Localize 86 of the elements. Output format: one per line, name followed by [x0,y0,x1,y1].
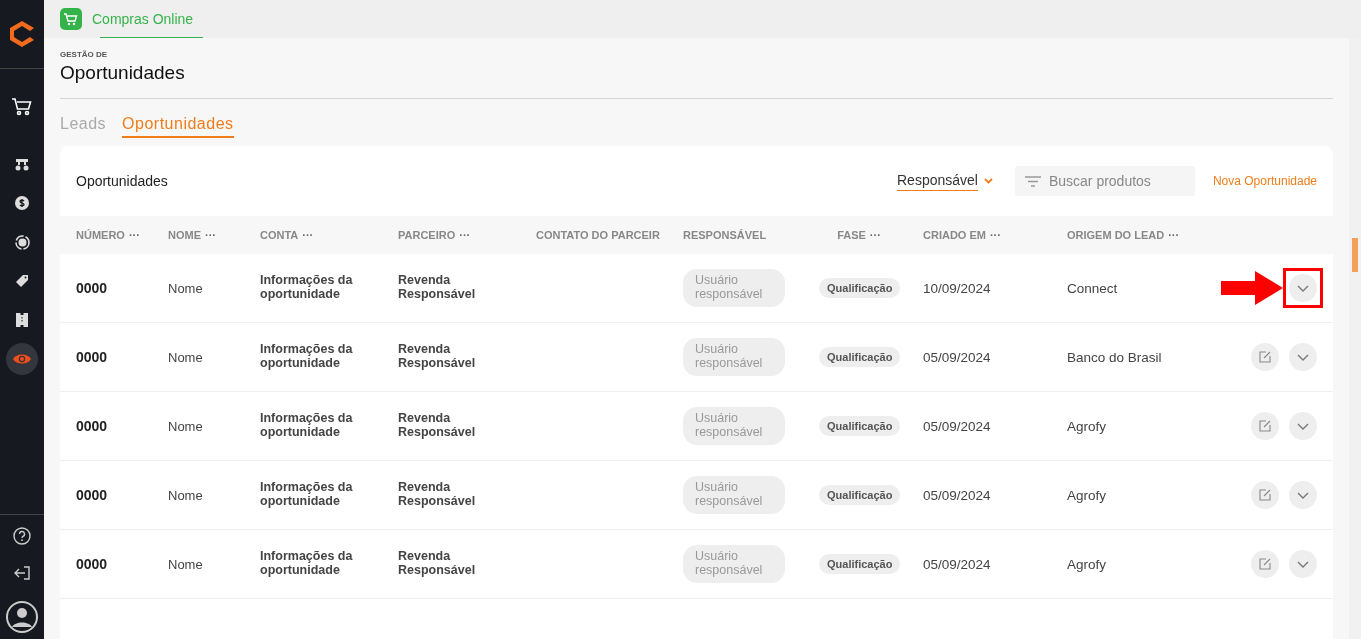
column-menu[interactable]: ··· [869,229,881,241]
table-cell: Nome [168,556,203,572]
user-chip: Usuário responsável [683,269,785,307]
ticket-icon [16,313,28,327]
chevron-down-icon [1297,353,1309,361]
table-cell-text: Revenda Responsável [398,412,477,440]
phase-tag: Qualificação [819,485,901,505]
column-header: CONTATO DO PARCEIR [536,229,660,241]
user-chip: Usuário responsável [683,407,785,445]
table-cell: 05/09/2024 [923,349,991,365]
coin-cycle-icon [14,234,30,250]
column-menu[interactable]: ··· [459,229,471,241]
page-title: Oportunidades [60,62,186,84]
column-menu[interactable]: ··· [989,229,1001,241]
chevron-down-icon [1297,491,1309,499]
page-overline: GESTÃO DE [60,50,109,59]
chevron-down-icon [1297,422,1309,430]
phase-tag: Qualificação [819,278,901,298]
table-cell-text: Informações da oportunidade [260,550,354,578]
chevron-down-icon [1297,560,1309,568]
column-header: ORIGEM DO LEAD [1067,229,1165,241]
edit-icon [1259,351,1271,363]
column-header: NÚMERO [76,229,125,241]
search-field[interactable]: Buscar produtos [1014,166,1195,196]
column-header: RESPONSÁVEL [683,229,767,241]
user-chip: Usuário responsável [683,338,785,376]
table-cell-text: Informações da oportunidade [260,412,354,440]
chevron-down-icon [1297,284,1309,292]
table-cell: 0000 [76,487,108,503]
table-cell: Agrofy [1067,556,1107,572]
table-cell: 05/09/2024 [923,556,991,572]
eye-icon [13,353,31,365]
new-opportunity-link[interactable]: Nova Oportunidade [1206,174,1317,188]
annotation-arrow-icon [1221,271,1283,305]
coin-icon [15,196,29,210]
cart-icon [11,97,33,117]
table-cell: 0000 [76,280,108,296]
table-cell: Agrofy [1067,418,1107,434]
card-title: Oportunidades [76,173,169,189]
table-cell: Nome [168,280,203,296]
table-cell: 10/09/2024 [923,280,991,296]
caret-icon [983,178,993,184]
table-cell: Nome [168,487,203,503]
table-cell: 05/09/2024 [923,418,991,434]
table-cell: Banco do Brasil [1067,349,1162,365]
logout-icon[interactable] [13,565,31,581]
expand-button[interactable] [1283,268,1323,308]
filter-icon [1024,176,1041,187]
table-cell-text: Revenda Responsável [398,550,477,578]
column-menu[interactable]: ··· [1168,229,1180,241]
column-header: PARCEIRO [398,229,456,241]
column-menu[interactable]: ··· [205,229,216,241]
help-icon[interactable] [13,527,31,545]
table-cell: Agrofy [1067,487,1107,503]
table-cell-text: Informações da oportunidade [260,274,354,302]
phase-tag: Qualificação [819,347,901,367]
user-chip: Usuário responsável [683,476,785,514]
tractor-icon [14,157,30,171]
table-cell: Nome [168,418,203,434]
table-cell-text: Informações da oportunidade [260,481,354,509]
filter-dropdown[interactable]: Responsável [897,171,978,191]
tag-icon [15,274,29,288]
column-menu[interactable]: ··· [128,229,140,241]
table-cell: 0000 [76,556,108,572]
avatar-icon[interactable] [6,601,38,633]
column-header: CRIADO EM [923,229,986,241]
table-cell-text: Revenda Responsável [398,481,477,509]
phase-tag: Qualificação [819,416,901,436]
edit-icon [1259,420,1271,432]
user-chip: Usuário responsável [683,545,785,583]
table-cell: Connect [1067,280,1118,296]
cart-icon [60,8,82,30]
phase-tag: Qualificação [819,554,901,574]
table-cell-text: Revenda Responsável [398,343,477,371]
column-header: NOME [168,229,201,241]
table-cell: 05/09/2024 [923,487,991,503]
edit-icon [1259,558,1271,570]
table-cell: Nome [168,349,203,365]
column-header: FASE [837,229,866,241]
table-cell-text: Informações da oportunidade [260,343,354,371]
column-menu[interactable]: ··· [302,229,314,241]
column-header: CONTA [260,229,299,241]
edit-icon [1259,489,1271,501]
table-cell-text: Revenda Responsável [398,274,477,302]
table-cell: 0000 [76,349,108,365]
table-cell: 0000 [76,418,108,434]
